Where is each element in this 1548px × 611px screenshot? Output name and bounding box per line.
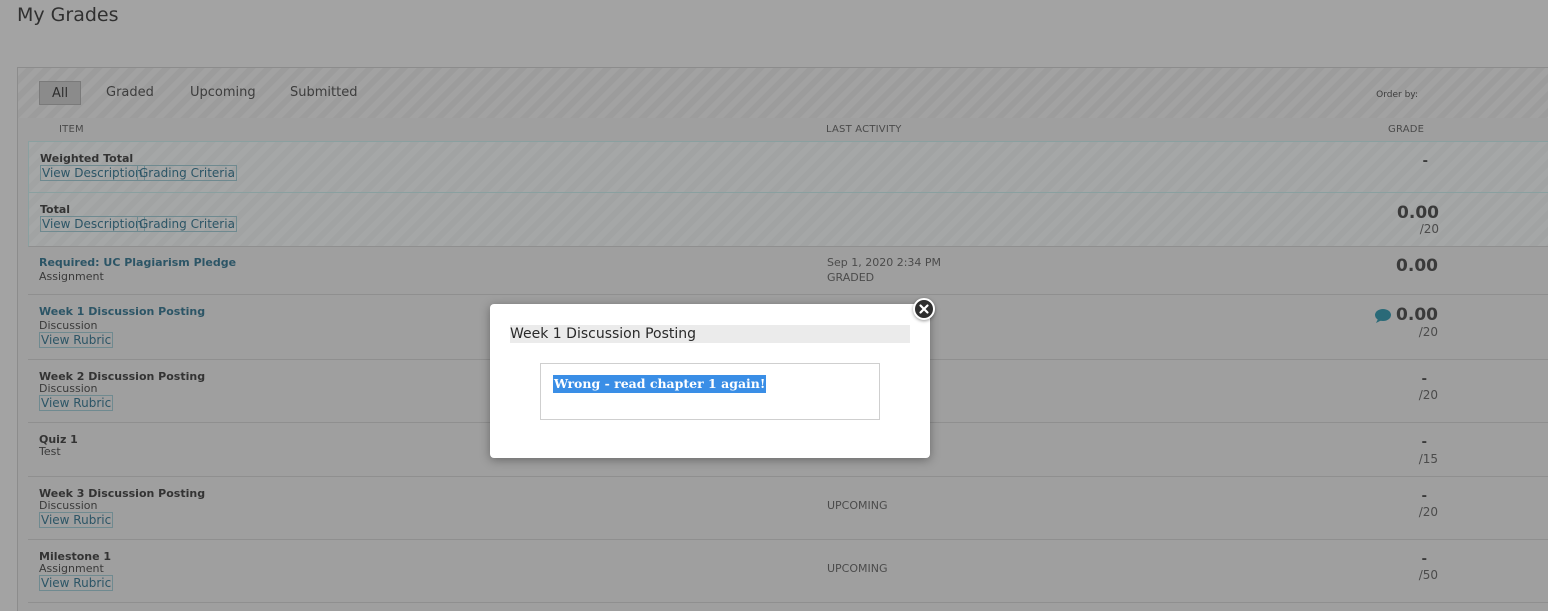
table-row: Weighted Total View Description Grading …	[28, 141, 1548, 193]
last-activity-status: GRADED	[827, 271, 875, 284]
feedback-text[interactable]: Wrong - read chapter 1 again!	[553, 375, 767, 393]
tab-all[interactable]: All	[39, 81, 82, 105]
grades-page: My Grades All Graded Upcoming Submitted …	[0, 0, 1548, 611]
last-activity-status: UPCOMING	[827, 499, 888, 512]
close-icon	[919, 304, 929, 314]
grade-out-of: /15	[1418, 452, 1438, 466]
item-type: Discussion	[39, 382, 98, 395]
grade-out-of: /20	[1418, 505, 1438, 519]
grade-value: -	[1421, 370, 1427, 387]
table-row: Required: UC Plagiarism Pledge Assignmen…	[28, 246, 1548, 295]
view-rubric-link[interactable]: View Rubric	[39, 575, 114, 591]
grade-out-of: /20	[1418, 388, 1438, 402]
view-description-link[interactable]: View Description	[40, 216, 145, 232]
feedback-box: Wrong - read chapter 1 again!	[540, 363, 880, 420]
order-by-label[interactable]: Order by:	[1376, 90, 1418, 100]
table-row: Total View Description Grading Criteria …	[28, 192, 1548, 247]
item-title-link[interactable]: Required: UC Plagiarism Pledge	[39, 256, 236, 269]
grade-value: 0.00	[1396, 256, 1438, 276]
item-type: Assignment	[39, 562, 104, 575]
column-header-grade: GRADE	[1388, 124, 1425, 135]
dialog-title: Week 1 Discussion Posting	[510, 325, 910, 343]
grade-value: -	[1421, 487, 1427, 504]
close-button[interactable]	[913, 298, 935, 320]
grade-value: -	[1421, 433, 1427, 450]
grade-out-of: /50	[1418, 568, 1438, 582]
grade-out-of: /20	[1419, 222, 1439, 236]
last-activity-status: UPCOMING	[827, 562, 888, 575]
item-title-link[interactable]: Week 1 Discussion Posting	[39, 305, 205, 318]
grade-value: 0.00	[1396, 305, 1438, 325]
table-row: Week 3 Discussion Posting Discussion Vie…	[28, 477, 1548, 540]
view-description-link[interactable]: View Description	[40, 165, 145, 181]
view-rubric-link[interactable]: View Rubric	[39, 395, 114, 411]
grade-out-of: /20	[1418, 325, 1438, 339]
item-type: Test	[39, 445, 61, 458]
item-type: Discussion	[39, 319, 98, 332]
view-rubric-link[interactable]: View Rubric	[39, 512, 114, 528]
grading-criteria-link[interactable]: Grading Criteria	[137, 165, 237, 181]
item-title: Total	[40, 203, 71, 216]
item-type: Assignment	[39, 270, 104, 283]
table-row: Milestone 1 Assignment View Rubric UPCOM…	[28, 540, 1548, 603]
item-type: Discussion	[39, 499, 98, 512]
column-header-item: ITEM	[59, 124, 84, 135]
view-rubric-link[interactable]: View Rubric	[39, 332, 114, 348]
page-title: My Grades	[17, 4, 119, 26]
grade-value: 0.00	[1397, 203, 1439, 223]
tab-submitted[interactable]: Submitted	[278, 81, 369, 105]
grade-value: -	[1422, 152, 1428, 169]
grade-value: -	[1421, 550, 1427, 567]
last-activity-date: Sep 1, 2020 2:34 PM	[827, 256, 942, 269]
tab-upcoming[interactable]: Upcoming	[178, 81, 268, 105]
tab-graded[interactable]: Graded	[94, 81, 166, 105]
column-header-last-activity: LAST ACTIVITY	[826, 124, 902, 135]
item-title: Weighted Total	[40, 152, 134, 165]
filter-bar: All Graded Upcoming Submitted Order by:	[18, 68, 1548, 118]
feedback-dialog: Week 1 Discussion Posting Wrong - read c…	[490, 298, 935, 458]
grading-criteria-link[interactable]: Grading Criteria	[137, 216, 237, 232]
